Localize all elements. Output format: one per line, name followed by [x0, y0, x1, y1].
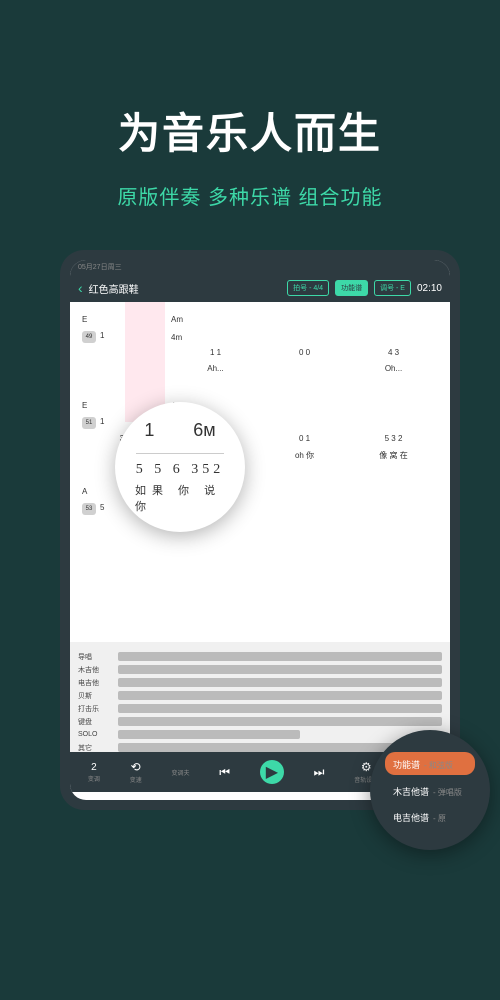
bar-number: 49: [82, 331, 96, 343]
track-row[interactable]: SOLO: [78, 728, 442, 741]
reset-control[interactable]: 变调夫: [171, 767, 189, 777]
sheet-select-popup: 功能谱- 和弦版 木吉他谱- 弹唱版 电吉他谱- 原: [370, 730, 490, 850]
track-row[interactable]: 木吉他: [78, 663, 442, 676]
track-row[interactable]: 电吉他: [78, 676, 442, 689]
track-panel: 导唱 木吉他 电吉他 贝斯 打击乐 键盘 SOLO 其它: [70, 642, 450, 752]
app-header: ‹ 红色高跟鞋 拍号 - 4/4 功能谱 调号 - E 02:10: [70, 274, 450, 302]
magnifier-notes: 5 5 6 352: [136, 453, 225, 478]
mode-badge[interactable]: 功能谱: [335, 280, 368, 296]
play-button[interactable]: ▶: [260, 760, 284, 784]
tempo-control[interactable]: ⟲ 变速: [130, 760, 142, 784]
meter-badge[interactable]: 拍号 - 4/4: [287, 280, 329, 296]
tempo-icon: ⟲: [131, 760, 141, 774]
hero-section: 为音乐人而生 原版伴奏 多种乐谱 组合功能: [0, 0, 500, 250]
duration: 02:10: [417, 283, 442, 294]
transpose-control[interactable]: 2 变调: [88, 762, 100, 783]
popup-item[interactable]: 功能谱- 和弦版: [385, 752, 475, 775]
back-icon[interactable]: ‹: [78, 280, 83, 296]
next-icon[interactable]: ⏭: [314, 765, 325, 780]
magnifier-overlay: 1 6ᴍ 5 5 6 352 如果 你 说你: [115, 402, 245, 532]
playhead-highlight: [125, 302, 165, 422]
popup-item[interactable]: 电吉他谱- 原: [385, 805, 475, 828]
song-title: 红色高跟鞋: [89, 281, 281, 296]
score-area[interactable]: EAm 491 4m 1 10 04 3 Ah...Oh... EAm 511 …: [70, 302, 450, 642]
track-row[interactable]: 打击乐: [78, 702, 442, 715]
prev-icon[interactable]: ⏮: [219, 765, 230, 780]
screen: 05月27日周三 ‹ 红色高跟鞋 拍号 - 4/4 功能谱 调号 - E 02:…: [70, 260, 450, 800]
magnifier-lyrics: 如果 你 说你: [135, 482, 225, 514]
key-badge[interactable]: 调号 - E: [374, 280, 411, 296]
track-row[interactable]: 键盘: [78, 715, 442, 728]
popup-item[interactable]: 木吉他谱- 弹唱版: [385, 779, 475, 802]
status-bar: 05月27日周三: [70, 260, 450, 274]
hero-title: 为音乐人而生: [20, 100, 480, 161]
hero-subtitle: 原版伴奏 多种乐谱 组合功能: [20, 181, 480, 210]
track-row[interactable]: 导唱: [78, 650, 442, 663]
tablet-frame: 05月27日周三 ‹ 红色高跟鞋 拍号 - 4/4 功能谱 调号 - E 02:…: [60, 250, 460, 810]
mixer-icon: ⚙: [361, 760, 372, 774]
track-row[interactable]: 贝斯: [78, 689, 442, 702]
